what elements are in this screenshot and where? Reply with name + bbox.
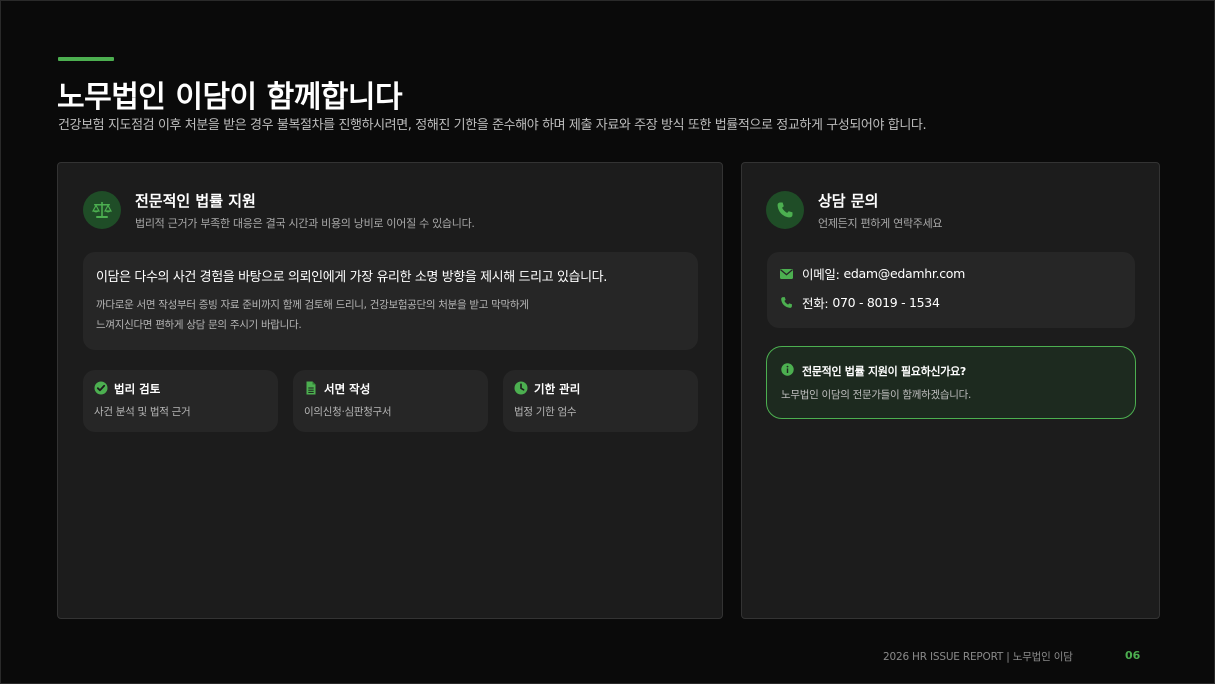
email-label: 이메일: xyxy=(802,267,840,282)
phone-small-icon xyxy=(781,297,792,308)
feature-title: 법리 검토 xyxy=(114,382,161,396)
page-subtitle: 건강보험 지도점검 이후 처분을 받은 경우 불복절차를 진행하시려면, 정해진… xyxy=(58,118,927,133)
experience-body: 까다로운 서면 작성부터 증빙 자료 준비까지 함께 검토해 드리니, 건강보험… xyxy=(96,295,656,335)
contact-panel: 이메일: edam@edamhr.com 전화: 070 - 8019 - 1534 xyxy=(767,252,1135,328)
feature-desc: 법정 기한 엄수 xyxy=(514,406,577,418)
check-circle-icon xyxy=(94,381,108,395)
feature-title: 기한 관리 xyxy=(534,382,581,396)
consultation-heading: 상담 문의 xyxy=(818,192,879,210)
scale-balance-icon xyxy=(83,191,121,229)
help-callout: 전문적인 법률 지원이 필요하신가요? 노무법인 이담의 전문가들이 함께하겠습… xyxy=(766,346,1136,419)
feature-title: 서면 작성 xyxy=(324,382,371,396)
phone-value[interactable]: 070 - 8019 - 1534 xyxy=(832,295,940,310)
phone-label: 전화: xyxy=(802,296,829,311)
experience-body-line-2: 느껴지신다면 편하게 상담 문의 주시기 바랍니다. xyxy=(96,319,302,331)
experience-lead: 이담은 다수의 사건 경험을 바탕으로 의뢰인에게 가장 유리한 소명 방향을 … xyxy=(96,270,607,285)
footer-page-number: 06 xyxy=(1125,649,1141,662)
legal-support-subheading: 법리적 근거가 부족한 대응은 결국 시간과 비용의 낭비로 이어질 수 있습니… xyxy=(135,217,475,230)
phone-icon xyxy=(766,191,804,229)
feature-document-drafting: 서면 작성 이의신청·심판청구서 xyxy=(293,370,488,432)
clock-icon xyxy=(514,381,528,395)
feature-desc: 사건 분석 및 법적 근거 xyxy=(94,406,191,418)
feature-deadline-management: 기한 관리 법정 기한 엄수 xyxy=(503,370,698,432)
envelope-icon xyxy=(780,268,793,279)
consultation-subheading: 언제든지 편하게 연락주세요 xyxy=(818,217,943,230)
legal-support-card: 전문적인 법률 지원 법리적 근거가 부족한 대응은 결국 시간과 비용의 낭비… xyxy=(57,162,723,619)
legal-support-heading: 전문적인 법률 지원 xyxy=(135,192,256,210)
experience-panel: 이담은 다수의 사건 경험을 바탕으로 의뢰인에게 가장 유리한 소명 방향을 … xyxy=(83,252,698,350)
phone-row[interactable]: 전화: 070 - 8019 - 1534 xyxy=(780,293,940,312)
help-title: 전문적인 법률 지원이 필요하신가요? xyxy=(802,365,966,378)
email-value[interactable]: edam@edamhr.com xyxy=(844,266,966,281)
email-row[interactable]: 이메일: edam@edamhr.com xyxy=(780,264,965,283)
title-accent-bar xyxy=(58,57,114,61)
feature-legal-review: 법리 검토 사건 분석 및 법적 근거 xyxy=(83,370,278,432)
feature-desc: 이의신청·심판청구서 xyxy=(304,406,392,418)
document-icon xyxy=(306,381,316,395)
consultation-card: 상담 문의 언제든지 편하게 연락주세요 이메일: edam@edamhr.com… xyxy=(741,162,1160,619)
info-icon xyxy=(781,363,794,376)
experience-body-line-1: 까다로운 서면 작성부터 증빙 자료 준비까지 함께 검토해 드리니, 건강보험… xyxy=(96,299,529,311)
page-title: 노무법인 이담이 함께합니다 xyxy=(57,80,403,115)
footer-report-label: 2026 HR ISSUE REPORT | 노무법인 이담 xyxy=(883,651,1073,663)
help-body: 노무법인 이담의 전문가들이 함께하겠습니다. xyxy=(781,389,971,401)
